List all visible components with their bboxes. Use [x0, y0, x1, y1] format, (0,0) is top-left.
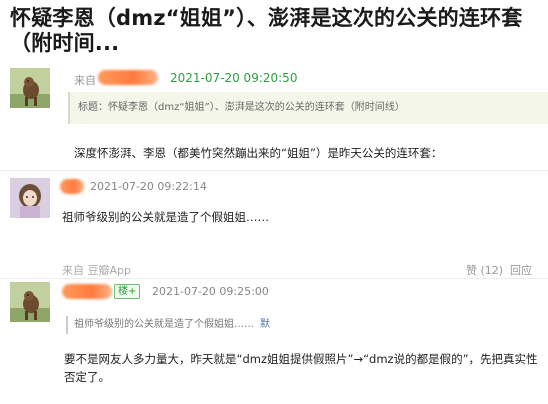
like-button[interactable]: 赞 (12) — [466, 262, 503, 278]
deer-avatar-icon — [10, 282, 50, 322]
post-body: 深度怀澎湃、李恩（都美竹突然蹦出来的“姐姐”）是昨天公关的连环套： — [74, 146, 443, 160]
avatar[interactable] — [10, 282, 50, 322]
article-title: 怀疑李恩（dmz“姐姐”）、澎湃是这次的公关的连环套（附时间... — [10, 6, 523, 55]
comment-body-line: 否定了。 — [64, 370, 110, 384]
redacted-username[interactable] — [62, 284, 112, 299]
redacted-username[interactable] — [60, 179, 84, 194]
comment-timestamp: 2021-07-20 09:25:00 — [152, 285, 269, 298]
comment-body-line: 要不是网友人多力量大，昨天就是“dmz姐姐提供假照片”→“dmz说的都是假的”，… — [64, 352, 538, 366]
divider — [0, 170, 548, 171]
comment-timestamp: 2021-07-20 09:22:14 — [90, 180, 207, 193]
redacted-username[interactable] — [98, 70, 158, 85]
post-timestamp: 2021-07-20 09:20:50 — [170, 71, 298, 85]
anime-avatar-icon — [10, 178, 50, 218]
quoted-reply-text: 祖师爷级别的公关就是造了个假姐姐…… — [74, 319, 254, 330]
quoted-reply-author[interactable]: 默 — [260, 319, 270, 330]
comment-body: 祖师爷级别的公关就是造了个假姐姐…… — [62, 210, 269, 224]
avatar[interactable] — [10, 178, 50, 218]
quoted-title[interactable]: 标题：怀疑李恩（dmz“姐姐”）、澎湃是这次的公关的连环套（附时间线） — [68, 92, 548, 124]
deer-avatar-icon — [10, 68, 50, 108]
divider — [0, 278, 548, 279]
reply-button[interactable]: 回应 — [510, 262, 532, 278]
post-source-prefix: 来自 — [74, 74, 96, 87]
comment-source: 来自 豆瓣App — [62, 264, 131, 277]
comment-body: 要不是网友人多力量大，昨天就是“dmz姐姐提供假照片”→“dmz说的都是假的”，… — [64, 350, 544, 386]
avatar[interactable] — [10, 68, 50, 108]
op-badge: 楼+ — [114, 284, 141, 299]
quoted-reply[interactable]: 祖师爷级别的公关就是造了个假姐姐…… 默 — [66, 316, 374, 334]
